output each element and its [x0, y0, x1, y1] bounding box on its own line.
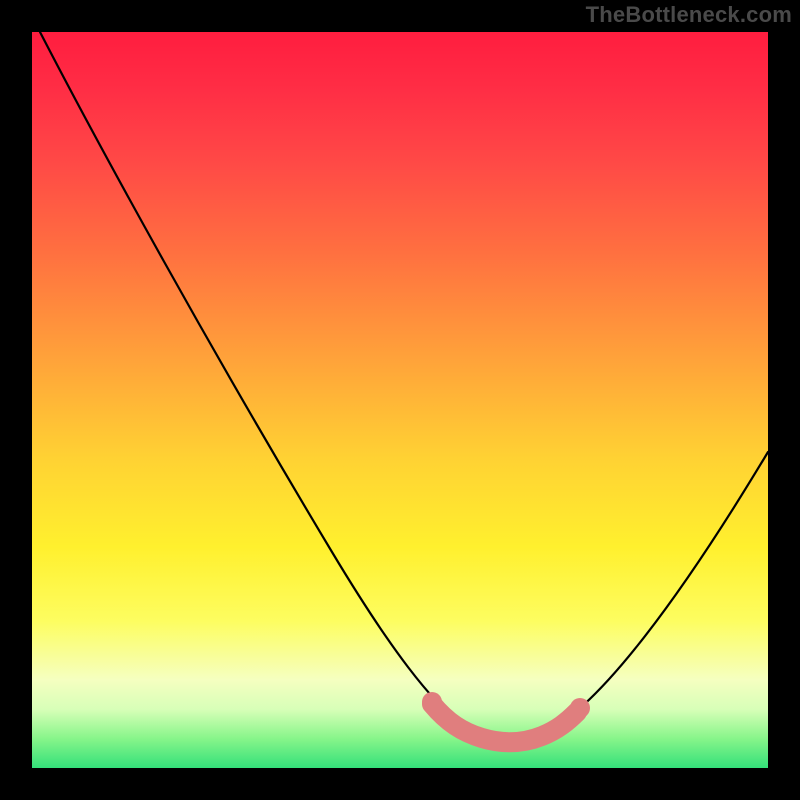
bottleneck-curve — [40, 32, 768, 741]
watermark-text: TheBottleneck.com — [586, 2, 792, 28]
curve-layer — [32, 32, 768, 768]
flat-highlight — [432, 704, 577, 742]
plot-area — [32, 32, 768, 768]
flat-highlight-start — [422, 692, 442, 712]
flat-highlight-end — [570, 698, 590, 718]
chart-frame: TheBottleneck.com — [0, 0, 800, 800]
